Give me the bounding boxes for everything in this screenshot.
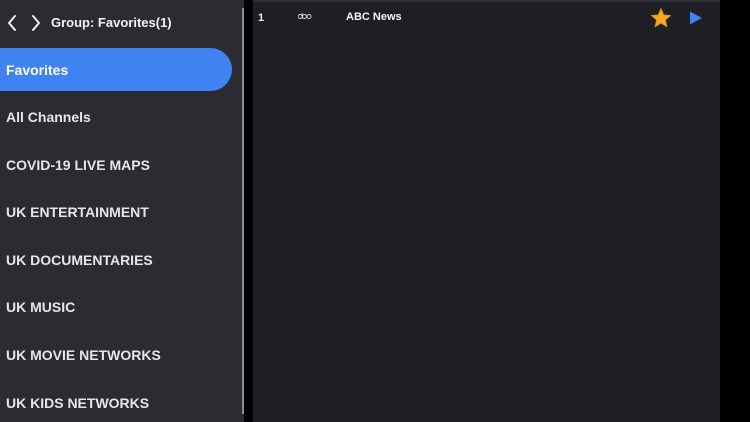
group-item-uk-music[interactable]: UK MUSIC bbox=[0, 286, 242, 329]
group-item-uk-movie-networks[interactable]: UK MOVIE NETWORKS bbox=[0, 334, 242, 377]
play-icon bbox=[690, 11, 702, 25]
group-title: Group: Favorites(1) bbox=[51, 15, 172, 30]
star-icon bbox=[650, 8, 672, 28]
right-edge bbox=[720, 0, 750, 422]
group-item-label: COVID-19 LIVE MAPS bbox=[6, 156, 150, 173]
group-item-favorites[interactable]: Favorites bbox=[0, 48, 232, 91]
group-item-label: Favorites bbox=[6, 61, 69, 78]
group-item-covid-19-live-maps[interactable]: COVID-19 LIVE MAPS bbox=[0, 143, 242, 186]
forward-button[interactable] bbox=[26, 12, 46, 34]
group-item-uk-entertainment[interactable]: UK ENTERTAINMENT bbox=[0, 191, 242, 234]
channel-number: 1 bbox=[258, 12, 265, 24]
play-button[interactable] bbox=[688, 10, 704, 26]
channel-row[interactable]: 1 ABC News bbox=[253, 4, 720, 32]
group-item-uk-documentaries[interactable]: UK DOCUMENTARIES bbox=[0, 238, 242, 281]
group-item-label: All Channels bbox=[6, 109, 91, 126]
group-item-label: UK MUSIC bbox=[6, 299, 76, 316]
back-button[interactable] bbox=[2, 12, 22, 34]
chevron-right-icon bbox=[32, 15, 40, 31]
chevron-left-icon bbox=[8, 15, 16, 31]
sidebar-header: Group: Favorites(1) bbox=[0, 0, 242, 46]
favorite-button[interactable] bbox=[650, 7, 672, 29]
app-window: Group: Favorites(1) Favorites All Channe… bbox=[0, 0, 750, 422]
group-item-label: UK MOVIE NETWORKS bbox=[6, 347, 161, 364]
channel-list-panel bbox=[253, 0, 720, 422]
group-item-all-channels[interactable]: All Channels bbox=[0, 96, 242, 139]
group-list: Favorites All Channels COVID-19 LIVE MAP… bbox=[0, 48, 242, 422]
sidebar-scrollbar[interactable] bbox=[242, 8, 244, 414]
abc-logo-icon bbox=[298, 11, 312, 21]
group-item-label: UK DOCUMENTARIES bbox=[6, 251, 153, 268]
group-item-label: UK KIDS NETWORKS bbox=[6, 394, 150, 411]
group-sidebar: Group: Favorites(1) Favorites All Channe… bbox=[0, 0, 244, 422]
channel-name: ABC News bbox=[346, 11, 402, 23]
group-item-label: UK ENTERTAINMENT bbox=[6, 204, 149, 221]
panel-top-border bbox=[253, 0, 720, 2]
group-item-uk-kids-networks[interactable]: UK KIDS NETWORKS bbox=[0, 381, 242, 422]
